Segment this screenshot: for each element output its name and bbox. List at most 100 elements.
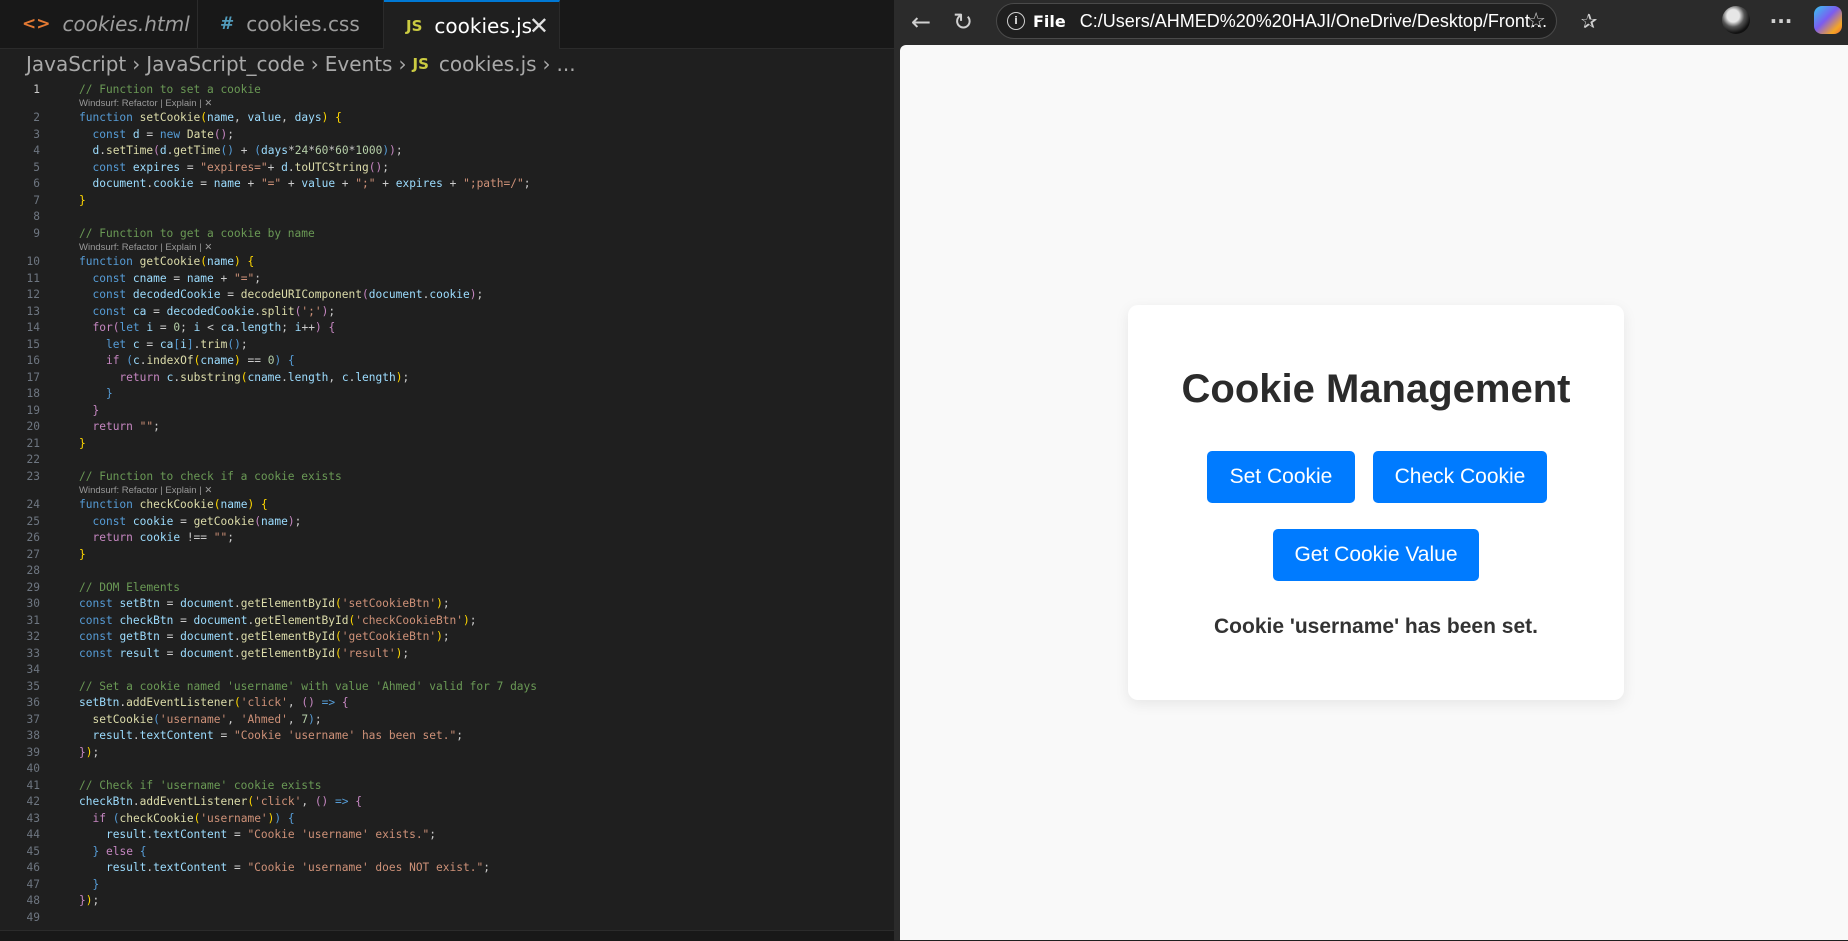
code-line: } else { <box>92 844 147 858</box>
code-line: function getCookie(name) { <box>79 255 255 268</box>
tab-label: cookies.js <box>434 13 533 38</box>
code-line: if (c.indexOf(cname) == 0) { <box>105 354 295 367</box>
chevron-right-icon: › <box>542 52 551 76</box>
browser-toolbar: ← ↻ i File C:/Users/AHMED%20%20HAJI/OneD… <box>900 0 1848 45</box>
tab-cookies-js[interactable]: JS cookies.js ✕ <box>384 0 560 49</box>
line-number: 2 <box>33 111 40 124</box>
codelens[interactable]: Windsurf: Refactor | Explain | ✕ <box>79 97 212 110</box>
favorites-icon[interactable]: ✰ <box>1574 6 1604 36</box>
line-number: 25 <box>26 514 40 528</box>
get-cookie-value-button[interactable]: Get Cookie Value <box>1273 529 1479 581</box>
code-line: } <box>92 877 100 891</box>
code-line: function setCookie(name, value, days) { <box>79 111 342 124</box>
favorite-star-icon[interactable]: ☆ <box>1526 9 1546 34</box>
address-bar[interactable]: i File C:/Users/AHMED%20%20HAJI/OneDrive… <box>996 3 1557 39</box>
tab-label: cookies.html <box>62 12 190 36</box>
code-line: // DOM Elements <box>79 580 181 594</box>
chevron-right-icon: › <box>398 52 407 76</box>
code-line: const ca = decodedCookie.split(';'); <box>92 304 336 318</box>
code-line: for(let i = 0; i < ca.length; i++) { <box>92 321 336 334</box>
set-cookie-button[interactable]: Set Cookie <box>1207 451 1355 503</box>
line-number: 34 <box>26 663 40 676</box>
status-bar <box>0 930 894 941</box>
code-line: const decodedCookie = decodeURIComponent… <box>92 288 484 301</box>
line-number: 28 <box>26 564 40 577</box>
line-number: 7 <box>33 193 40 207</box>
code-line: checkBtn.addEventListener('click', () =>… <box>79 795 363 808</box>
code-line: setBtn.addEventListener('click', () => { <box>79 696 349 709</box>
line-number: 40 <box>26 762 40 775</box>
code-line: // Set a cookie named 'username' with va… <box>79 679 538 693</box>
code-line: } <box>79 547 86 561</box>
line-number: 1 <box>33 83 40 96</box>
code-line: return ""; <box>92 420 160 433</box>
chevron-right-icon: › <box>310 52 319 76</box>
line-number: 48 <box>26 894 40 907</box>
browser-window: ← ↻ i File C:/Users/AHMED%20%20HAJI/OneD… <box>900 0 1848 940</box>
line-number: 47 <box>26 877 40 891</box>
editor-tab-bar: <> cookies.html # cookies.css JS cookies… <box>0 0 894 49</box>
line-number: 13 <box>26 304 40 318</box>
web-page: Cookie Management Set Cookie Check Cooki… <box>900 45 1848 940</box>
info-icon[interactable]: i <box>1007 12 1025 30</box>
code-line: // Check if 'username' cookie exists <box>79 778 322 792</box>
more-options-icon[interactable]: ··· <box>1766 6 1796 36</box>
line-number: 37 <box>26 712 40 726</box>
line-number: 35 <box>26 679 40 693</box>
line-number: 12 <box>26 288 40 301</box>
line-number: 44 <box>26 828 40 841</box>
code-line: d.setTime(d.getTime() + (days*24*60*60*1… <box>92 144 403 157</box>
result-message: Cookie 'username' has been set. <box>1214 615 1538 638</box>
line-number: 32 <box>26 630 40 643</box>
copilot-icon[interactable] <box>1814 6 1842 34</box>
breadcrumb-item[interactable]: cookies.js <box>439 52 537 76</box>
back-arrow-icon[interactable]: ← <box>906 7 936 37</box>
code-line: const expires = "expires="+ d.toUTCStrin… <box>92 160 389 174</box>
code-line: const d = new Date(); <box>92 127 235 141</box>
line-number: 26 <box>26 531 40 544</box>
code-line: } <box>92 403 100 417</box>
check-cookie-button[interactable]: Check Cookie <box>1373 451 1547 503</box>
line-number: 42 <box>26 795 40 808</box>
profile-avatar[interactable] <box>1722 6 1750 34</box>
code-line: result.textContent = "Cookie 'username' … <box>92 729 463 742</box>
line-number: 39 <box>26 745 40 759</box>
line-number: 20 <box>26 420 40 433</box>
line-number: 24 <box>26 498 40 511</box>
breadcrumb: JavaScript › JavaScript_code › Events › … <box>0 48 894 80</box>
line-number: 21 <box>26 436 40 450</box>
code-line: } <box>79 436 86 450</box>
code-line: const checkBtn = document.getElementById… <box>79 613 477 627</box>
codelens[interactable]: Windsurf: Refactor | Explain | ✕ <box>79 241 212 254</box>
url-text[interactable]: C:/Users/AHMED%20%20HAJI/OneDrive/Deskto… <box>1080 11 1550 32</box>
html-file-icon: <> <box>22 14 51 34</box>
breadcrumb-item[interactable]: ... <box>557 52 576 76</box>
breadcrumb-item[interactable]: JavaScript <box>26 52 126 76</box>
line-number: 18 <box>26 387 40 400</box>
cookie-card: Cookie Management Set Cookie Check Cooki… <box>1128 305 1624 700</box>
line-number: 8 <box>33 210 40 223</box>
tab-cookies-css[interactable]: # cookies.css <box>198 0 384 48</box>
code-line: } <box>79 193 86 207</box>
css-file-icon: # <box>220 14 235 34</box>
code-line: }); <box>79 745 100 759</box>
line-number: 15 <box>26 337 40 351</box>
close-tab-icon[interactable]: ✕ <box>529 12 549 40</box>
line-number: 33 <box>26 646 40 660</box>
breadcrumb-item[interactable]: Events <box>325 52 393 76</box>
line-number: 46 <box>26 861 40 874</box>
codelens[interactable]: Windsurf: Refactor | Explain | ✕ <box>79 484 212 497</box>
code-line: function checkCookie(name) { <box>79 498 268 511</box>
code-line: document.cookie = name + "=" + value + "… <box>92 177 531 190</box>
code-line: return c.substring(cname.length, c.lengt… <box>119 370 410 384</box>
line-number: 19 <box>26 403 40 417</box>
code-line: const cname = name + "="; <box>92 271 261 285</box>
breadcrumb-item[interactable]: JavaScript_code <box>146 52 305 76</box>
code-line: } <box>105 387 113 400</box>
code-line: setCookie('username', 'Ahmed', 7); <box>92 712 322 726</box>
tab-label: cookies.css <box>246 12 360 36</box>
line-number: 49 <box>26 910 40 924</box>
line-number: 22 <box>26 453 40 466</box>
tab-cookies-html[interactable]: <> cookies.html <box>0 0 198 48</box>
refresh-icon[interactable]: ↻ <box>948 7 978 37</box>
